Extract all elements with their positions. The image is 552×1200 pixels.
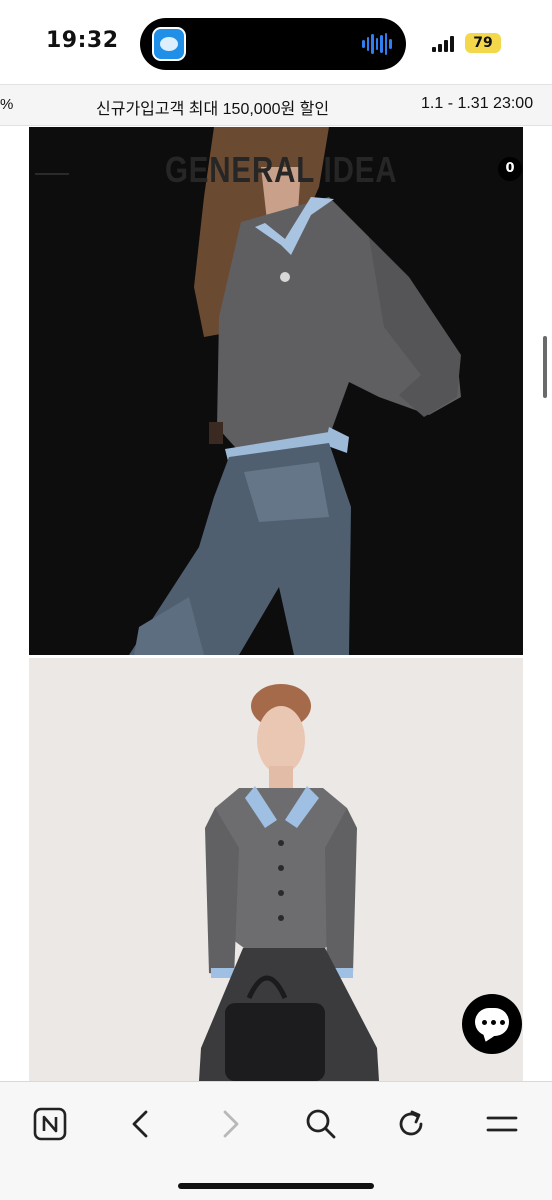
chevron-right-icon [223,1110,239,1138]
search-icon [306,1109,336,1139]
scrollbar-thumb[interactable] [543,336,547,398]
chat-button[interactable] [462,994,522,1054]
back-button[interactable] [116,1100,164,1148]
cart-count-badge: 0 [505,161,515,176]
naver-n-icon [33,1107,67,1141]
brand-logo[interactable]: GENERAL IDEA [165,149,397,191]
naver-home-button[interactable] [26,1100,74,1148]
audio-wave-icon [362,33,393,55]
dynamic-island[interactable] [140,18,406,70]
hamburger-menu-icon[interactable] [35,173,69,175]
battery-charging-icon: 79 [465,33,501,53]
page-content: GENERAL IDEA 0 [0,127,552,1081]
app-activity-icon[interactable] [152,27,186,61]
search-button[interactable] [297,1100,345,1148]
menu-button[interactable] [478,1100,526,1148]
promo-date-range: 1.1 - 1.31 23:00 [421,95,534,112]
model-illustration-light [199,684,379,1081]
reload-icon [399,1110,423,1136]
model-illustration-dark [129,127,461,655]
status-bar: 19:32 79 [0,0,552,84]
menu-icon [486,1116,518,1132]
reload-button[interactable] [387,1100,435,1148]
promo-text[interactable]: 신규가입고객 최대 150,000원 할인 [96,95,329,119]
cart-icon[interactable]: 0 [498,157,522,181]
chat-bubble-icon [475,1008,509,1036]
status-time: 19:32 [46,28,119,53]
promo-banner[interactable]: % 신규가입고객 최대 150,000원 할인 1.1 - 1.31 23:00 [0,84,552,126]
cellular-signal-icon [432,36,458,52]
product-photo-light[interactable] [29,658,523,1081]
forward-button[interactable] [207,1100,255,1148]
chevron-left-icon [132,1110,148,1138]
home-indicator[interactable] [178,1183,374,1189]
promo-prev-fragment: % [0,96,14,113]
battery-percent: 79 [473,35,493,51]
product-photo-dark[interactable]: GENERAL IDEA 0 [29,127,523,655]
